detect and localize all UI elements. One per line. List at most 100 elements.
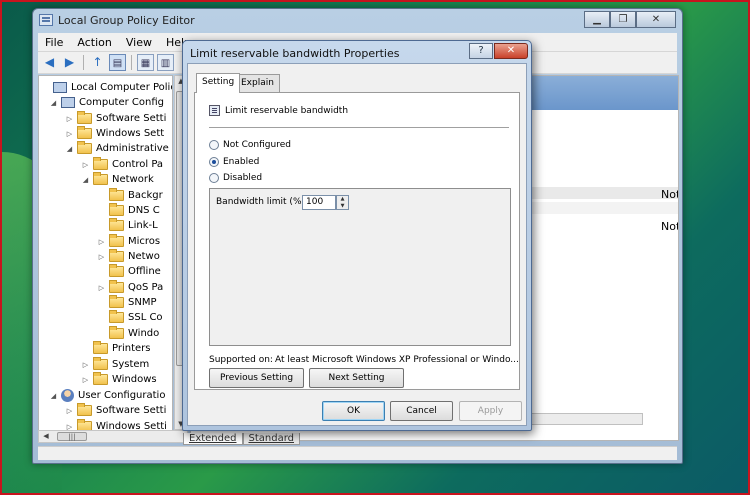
up-icon[interactable]: ↑ [89,54,106,71]
folder-icon [93,357,108,370]
tree-item-label: Control Pa [112,159,164,170]
spin-down-icon[interactable]: ▼ [337,203,348,210]
folder-icon [109,188,124,201]
policy-state: Not [661,188,679,201]
tree-item[interactable]: Backgr [97,188,163,203]
dialog-title: Limit reservable bandwidth Properties [190,47,400,60]
tree-item[interactable]: ▷ System [81,357,149,372]
tree-item[interactable]: ▷ Windows Sett [65,126,164,141]
expand-arrow-icon[interactable]: ▷ [65,115,74,123]
tree-item[interactable]: SSL Co [97,310,163,325]
collapse-arrow-icon[interactable]: ◢ [65,145,74,153]
expand-arrow-icon[interactable]: ▷ [81,361,90,369]
expand-arrow-icon[interactable]: ▷ [81,161,90,169]
folder-icon [93,341,108,354]
tree-item[interactable]: Local Computer Polic [41,80,172,95]
tree-item[interactable]: ▷ Software Setti [65,111,166,126]
folder-icon [109,326,124,339]
radio-not-configured[interactable]: Not Configured [209,140,291,150]
console-tree: Local Computer Polic ◢ Computer Config ▷ S… [38,75,173,441]
expand-arrow-icon[interactable]: ▷ [65,407,74,415]
tab-setting[interactable]: Setting [196,73,241,93]
menu-action[interactable]: Action [70,36,118,49]
cancel-button[interactable]: Cancel [390,401,453,421]
tree-item[interactable]: ▷ Netwo [97,249,160,264]
properties-icon[interactable]: ▦ [137,54,154,71]
expand-arrow-icon[interactable]: ▷ [81,376,90,384]
computer-icon [61,97,75,108]
view-tabs: Extended Standard [183,433,300,445]
tree-item[interactable]: Offline [97,264,161,279]
tree-item-label: Software Setti [96,405,167,416]
tree-item-label: SSL Co [128,312,163,323]
tree-item-label: Windows [112,374,157,385]
radio-disabled[interactable]: Disabled [209,173,262,183]
minimize-button[interactable]: ▁ [584,11,610,28]
next-setting-button[interactable]: Next Setting [309,368,404,388]
bandwidth-limit-stepper[interactable]: ▲ ▼ [336,195,349,210]
previous-setting-button[interactable]: Previous Setting [209,368,304,388]
tree-item[interactable]: ▷ QoS Pa [97,280,163,295]
tab-explain[interactable]: Explain [235,74,280,92]
tree-item[interactable]: Windo [97,326,159,341]
forward-icon[interactable]: ▶ [61,54,78,71]
tree-item[interactable]: DNS C [97,203,160,218]
tree-horizontal-scrollbar[interactable]: ◀ ||| [38,430,188,443]
policy-setting-icon [209,105,220,116]
folder-icon [109,310,124,323]
radio-label: Not Configured [223,140,291,150]
toolbar-separator [83,55,84,70]
tree-item-label: Netwo [128,251,160,262]
expand-arrow-icon[interactable]: ▷ [65,130,74,138]
scroll-thumb[interactable]: ||| [57,432,87,441]
close-window-button[interactable]: ✕ [636,11,676,28]
user-icon [61,389,74,402]
expand-arrow-icon[interactable]: ▷ [97,238,106,246]
tree-item[interactable]: ◢ Administrative [65,141,169,156]
tree-item[interactable]: ▷ Software Setti [65,403,166,418]
tree-item-label: Link-L [128,220,158,231]
tab-standard[interactable]: Standard [242,433,300,445]
scroll-left-arrow-icon[interactable]: ◀ [40,432,52,440]
tree-item-label: Printers [112,343,151,354]
folder-icon [109,295,124,308]
tree-item-label: Administrative [96,143,169,154]
tree-item[interactable]: SNMP [97,295,157,310]
radio-enabled[interactable]: Enabled [209,157,259,167]
tree-item[interactable]: Printers [81,341,150,356]
spin-up-icon[interactable]: ▲ [337,196,348,203]
tree-item[interactable]: ◢ Network [81,172,154,187]
tree-item-label: System [112,359,150,370]
menu-file[interactable]: File [38,36,70,49]
folder-icon [109,218,124,231]
radio-button[interactable] [209,173,219,183]
close-dialog-button[interactable]: ✕ [494,43,528,59]
tree-item[interactable]: ▷ Micros [97,234,160,249]
collapse-arrow-icon[interactable]: ◢ [81,176,90,184]
menu-view[interactable]: View [119,36,159,49]
show-hide-tree-icon[interactable]: ▤ [109,54,126,71]
tree-item[interactable]: ▷ Control Pa [81,157,163,172]
export-list-icon[interactable]: ▥ [157,54,174,71]
collapse-arrow-icon[interactable]: ◢ [49,99,58,107]
tree-item[interactable]: ◢ User Configuratio [49,388,165,403]
tree-item[interactable]: ◢ Computer Config [49,95,164,110]
expand-arrow-icon[interactable]: ▷ [97,253,106,261]
maximize-button[interactable]: ❐ [610,11,636,28]
radio-label: Disabled [223,173,263,183]
tab-extended[interactable]: Extended [183,433,243,445]
expand-arrow-icon[interactable]: ▷ [97,284,106,292]
radio-button[interactable] [209,140,219,150]
ok-button[interactable]: OK [322,401,385,421]
radio-button[interactable] [209,157,219,167]
apply-button[interactable]: Apply [459,401,522,421]
radio-label: Enabled [223,157,260,167]
bandwidth-limit-input[interactable]: 100 [302,195,336,210]
collapse-arrow-icon[interactable]: ◢ [49,392,58,400]
computer-icon [53,82,67,93]
back-icon[interactable]: ◀ [41,54,58,71]
tree-item[interactable]: Link-L [97,218,158,233]
help-button[interactable]: ? [469,43,493,59]
divider [209,127,509,128]
tree-item[interactable]: ▷ Windows [81,372,157,387]
